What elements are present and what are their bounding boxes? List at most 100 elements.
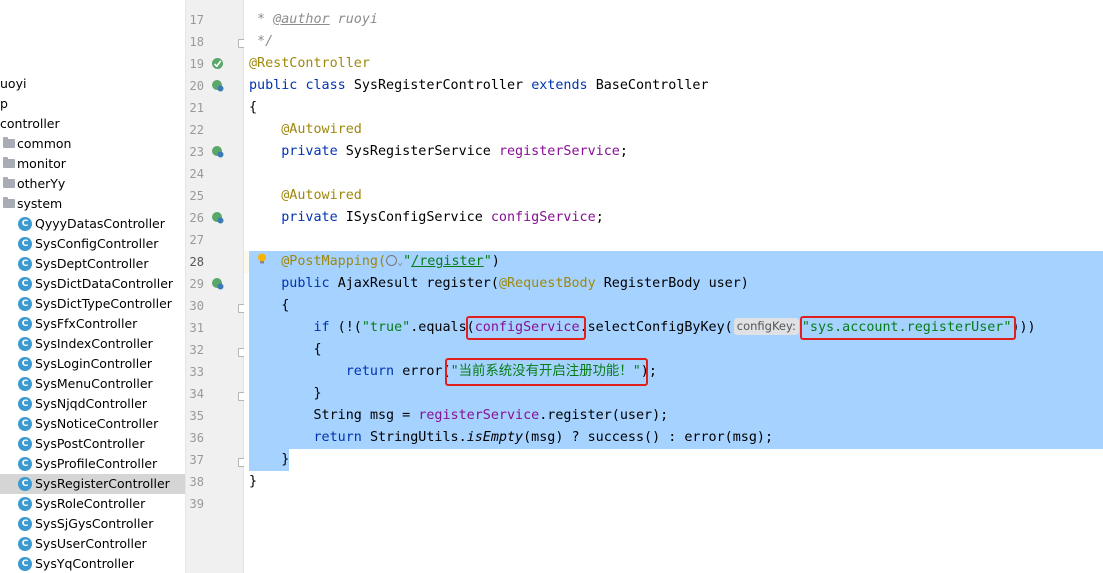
line-number: 26 [189, 211, 204, 225]
tree-item-sysffxcontroller[interactable]: C SysFfxController [0, 314, 185, 334]
line-number: 21 [189, 101, 204, 115]
code-line: { [313, 342, 322, 357]
code-line: if (!("true".equals(configService.select… [313, 318, 1036, 335]
line-number: 31 [189, 321, 204, 335]
java-class-icon: C [18, 477, 32, 491]
line-number: 19 [189, 57, 204, 71]
code-line: @PostMapping(⌄"/register") [281, 254, 500, 269]
folder-icon [3, 157, 15, 168]
tree-item-sysprofilecontroller[interactable]: C SysProfileController [0, 454, 185, 474]
tree-item-controller[interactable]: controller [0, 114, 185, 134]
code-line: @RestController [249, 53, 370, 75]
annotation: @RestController [249, 56, 370, 71]
tree-item-sysnjqdcontroller[interactable]: C SysNjqdController [0, 394, 185, 414]
tree-item-sysindexcontroller[interactable]: C SysIndexController [0, 334, 185, 354]
tree-item-label: SysYqController [35, 556, 134, 571]
line-number: 35 [189, 409, 204, 423]
tree-item-label: SysIndexController [35, 336, 153, 351]
java-class-icon: C [18, 237, 32, 251]
code-line: String msg = registerService.register(us… [313, 408, 669, 423]
java-class-icon: C [18, 397, 32, 411]
line-number: 28 [189, 255, 204, 269]
tree-item-label: SysDictDataController [35, 276, 174, 291]
line-number: 20 [189, 79, 204, 93]
line-number: 36 [189, 431, 204, 445]
tree-item-label: SysUserController [35, 536, 147, 551]
tree-item-label: controller [0, 116, 60, 131]
java-class-icon: C [18, 517, 32, 531]
java-class-icon: C [18, 437, 32, 451]
spring-bean-icon[interactable] [211, 57, 224, 70]
editor-gutter[interactable]: 17 18 19 20 21 22 23 24 25 26 27 28 29 30 31 32 33 34 35 36… [186, 0, 245, 573]
tree-item-syssjgyscontroller[interactable]: C SysSjGysController [0, 514, 185, 534]
java-class-icon: C [18, 257, 32, 271]
tree-item-label: SysPostController [35, 436, 145, 451]
error-message-string: "当前系统没有开启注册功能！" [450, 364, 641, 379]
tree-item-syspostcontroller[interactable]: C SysPostController [0, 434, 185, 454]
tree-item-label: SysProfileController [35, 456, 158, 471]
code-editor[interactable]: * @author ruoyi */ @RestController publi… [244, 0, 1103, 573]
parameter-hint: configKey: [733, 318, 799, 335]
code-line: @Autowired [281, 188, 362, 203]
tree-item-p[interactable]: p [0, 94, 185, 114]
java-class-icon: C [18, 217, 32, 231]
tree-item-label: monitor [17, 156, 66, 171]
code-line: public AjaxResult register(@RequestBody … [281, 276, 749, 291]
tree-item-label: SysFfxController [35, 316, 138, 331]
line-number: 22 [189, 123, 204, 137]
autowired-bean-icon[interactable] [211, 211, 224, 224]
spring-bean-icon[interactable] [211, 79, 224, 92]
tree-item-sysdictdatacontroller[interactable]: C SysDictDataController [0, 274, 185, 294]
java-class-icon: C [18, 377, 32, 391]
code-line: } [281, 452, 290, 467]
code-line: return StringUtils.isEmpty(msg) ? succes… [313, 430, 774, 445]
tree-item-sysnoticecontroller[interactable]: C SysNoticeController [0, 414, 185, 434]
tree-item-uoyi[interactable]: uoyi [0, 74, 185, 94]
url-path-link[interactable]: /register [411, 254, 484, 269]
tree-item-label: SysDictTypeController [35, 296, 172, 311]
line-number: 38 [189, 475, 204, 489]
java-class-icon: C [18, 357, 32, 371]
java-class-icon: C [18, 337, 32, 351]
project-tree[interactable]: uoyi p controller common monitor otherYy syste… [0, 0, 186, 573]
tree-item-syslogincontroller[interactable]: C SysLoginController [0, 354, 185, 374]
line-number: 30 [189, 299, 204, 313]
tree-item-label: SysNjqdController [35, 396, 148, 411]
code-line: private ISysConfigService configService; [281, 210, 604, 225]
code-line: @Autowired [281, 122, 362, 137]
tree-item-label: QyyyDatasController [35, 216, 165, 231]
tree-item-sysregistercontroller[interactable]: C SysRegisterController [0, 474, 185, 494]
tree-item-system[interactable]: system [0, 194, 185, 214]
tree-item-label: SysNoticeController [35, 416, 159, 431]
tree-item-qyyydatascontroller[interactable]: C QyyyDatasController [0, 214, 185, 234]
code-line: private SysRegisterService registerServi… [281, 144, 628, 159]
line-number: 34 [189, 387, 204, 401]
line-number: 18 [189, 35, 204, 49]
autowired-bean-icon[interactable] [211, 145, 224, 158]
method-name: register( [426, 276, 499, 291]
line-number: 27 [189, 233, 204, 247]
tree-item-sysdicttypecontroller[interactable]: C SysDictTypeController [0, 294, 185, 314]
tree-item-sysyqcontroller[interactable]: C SysYqController [0, 554, 185, 573]
tree-item-common[interactable]: common [0, 134, 185, 154]
tree-item-sysconfigcontroller[interactable]: C SysConfigController [0, 234, 185, 254]
tree-item-label: SysRegisterController [35, 476, 170, 491]
tree-item-label: SysRoleController [35, 496, 146, 511]
code-line: } [249, 474, 258, 489]
request-mapping-icon[interactable] [211, 277, 224, 290]
line-number: 24 [189, 167, 204, 181]
code-line: * @author ruoyi [249, 12, 378, 27]
line-number: 17 [189, 13, 204, 27]
folder-icon [3, 177, 15, 188]
tree-item-label: system [17, 196, 63, 211]
tree-item-otheryy[interactable]: otherYy [0, 174, 185, 194]
code-line: public class SysRegisterController exten… [249, 78, 709, 93]
tree-item-monitor[interactable]: monitor [0, 154, 185, 174]
tree-item-sysrolecontroller[interactable]: C SysRoleController [0, 494, 185, 514]
tree-item-sysusercontroller[interactable]: C SysUserController [0, 534, 185, 554]
url-globe-icon[interactable] [386, 255, 398, 266]
tree-item-sysmenucontroller[interactable]: C SysMenuController [0, 374, 185, 394]
config-service-ref: configService [474, 320, 580, 335]
line-number: 37 [189, 453, 204, 467]
tree-item-sysdeptcontroller[interactable]: C SysDeptController [0, 254, 185, 274]
